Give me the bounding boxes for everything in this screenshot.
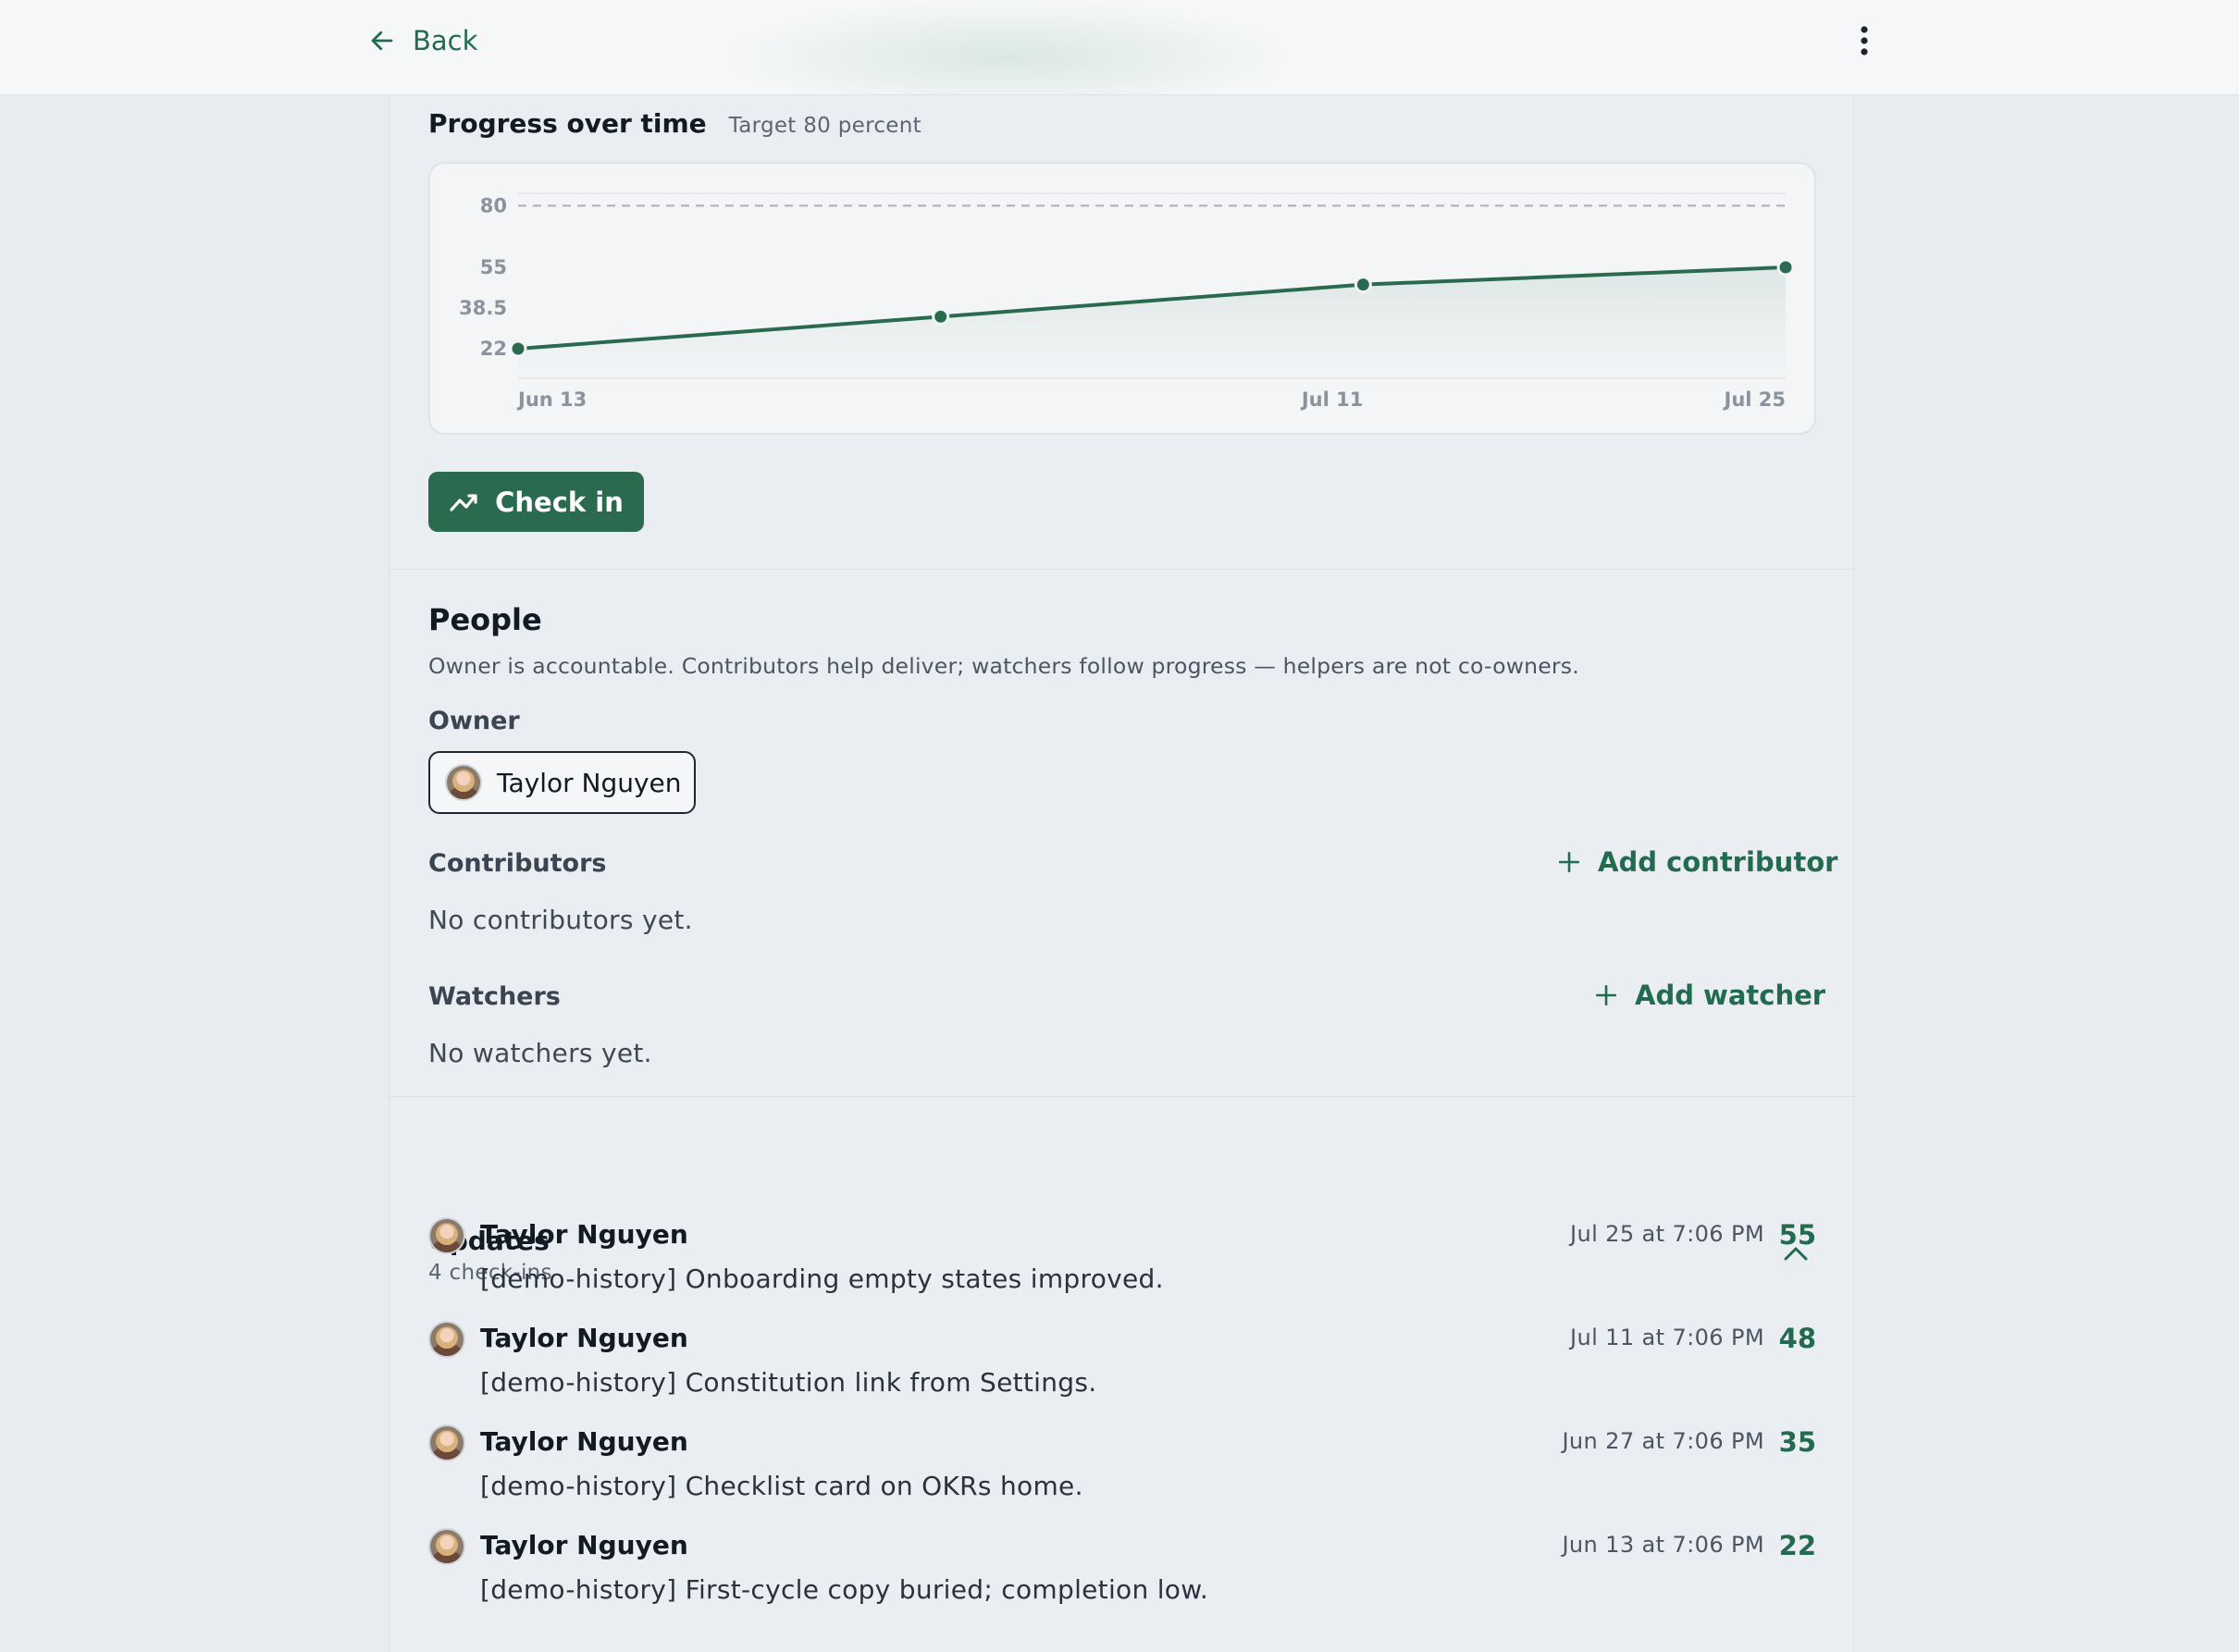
key-result-panel: Progress over time Target 80 percent 80 5…	[389, 95, 1854, 1652]
update-value: 22	[1778, 1530, 1816, 1561]
watchers-label: Watchers	[428, 982, 561, 1011]
plus-icon	[1595, 984, 1617, 1006]
update-time: Jul 25 at 7:06 PM	[1569, 1221, 1764, 1247]
series-area	[518, 267, 1786, 378]
avatar	[445, 764, 482, 801]
owner-chip[interactable]: Taylor Nguyen	[428, 751, 696, 814]
y-tick-label: 22	[480, 338, 507, 360]
update-value: 55	[1778, 1219, 1816, 1251]
people-description: Owner is accountable. Contributors help …	[428, 653, 1579, 679]
y-tick-label: 55	[480, 256, 507, 278]
update-time: Jul 11 at 7:06 PM	[1569, 1325, 1764, 1350]
progress-target: Target 80 percent	[728, 114, 922, 138]
y-tick-label: 38.5	[459, 297, 507, 319]
owner-label: Owner	[428, 707, 520, 735]
avatar	[428, 1217, 465, 1254]
top-bar: Back	[0, 0, 2239, 95]
section-divider	[390, 1096, 1853, 1097]
people-title: People	[428, 602, 542, 637]
avatar	[428, 1321, 465, 1358]
data-point	[1354, 276, 1372, 294]
update-author: Taylor Nguyen	[480, 1426, 688, 1457]
update-message: [demo-history] Constitution link from Se…	[480, 1367, 1097, 1398]
add-watcher-button[interactable]: Add watcher	[1594, 980, 1825, 1011]
avatar	[428, 1424, 465, 1461]
progress-title: Progress over time	[428, 108, 707, 139]
chart-svg: 80 55 38.5 22 Jun 13 Jul 11 Jul 25	[459, 192, 1795, 411]
update-message: [demo-history] First-cycle copy buried; …	[480, 1574, 1209, 1605]
check-in-button[interactable]: Check in	[428, 472, 644, 532]
x-tick-label: Jul 25	[1723, 388, 1787, 411]
update-item: Taylor Nguyen Jul 11 at 7:06 PM 48 [demo…	[428, 1321, 1816, 1413]
back-button[interactable]: Back	[368, 22, 477, 59]
watchers-empty: No watchers yet.	[428, 1038, 652, 1068]
check-in-label: Check in	[495, 486, 624, 518]
y-tick-label: 80	[480, 194, 507, 216]
update-item: Taylor Nguyen Jul 25 at 7:06 PM 55 [demo…	[428, 1217, 1816, 1310]
more-menu-button[interactable]	[1850, 22, 1878, 59]
update-time: Jun 13 at 7:06 PM	[1562, 1532, 1764, 1558]
back-label: Back	[413, 25, 478, 56]
progress-header: Progress over time Target 80 percent	[428, 108, 922, 139]
add-contributor-label: Add contributor	[1598, 846, 1838, 878]
owner-name: Taylor Nguyen	[497, 767, 682, 798]
update-item: Taylor Nguyen Jun 27 at 7:06 PM 35 [demo…	[428, 1424, 1816, 1517]
x-tick-label: Jun 13	[516, 388, 587, 411]
update-value: 48	[1778, 1323, 1816, 1354]
update-item: Taylor Nguyen Jun 13 at 7:06 PM 22 [demo…	[428, 1528, 1816, 1621]
avatar	[428, 1528, 465, 1565]
contributors-label: Contributors	[428, 849, 607, 878]
trend-line-icon	[450, 493, 477, 512]
progress-chart: 80 55 38.5 22 Jun 13 Jul 11 Jul 25	[428, 162, 1816, 435]
add-contributor-button[interactable]: Add contributor	[1557, 846, 1837, 878]
header-glow	[722, 0, 1295, 95]
contributors-empty: No contributors yet.	[428, 905, 693, 935]
update-time: Jun 27 at 7:06 PM	[1562, 1428, 1764, 1454]
data-point	[932, 307, 950, 326]
add-watcher-label: Add watcher	[1635, 980, 1826, 1011]
update-author: Taylor Nguyen	[480, 1530, 688, 1560]
x-tick-label: Jul 11	[1300, 388, 1364, 411]
update-value: 35	[1778, 1426, 1816, 1458]
more-vertical-icon	[1861, 26, 1868, 55]
arrow-left-icon	[371, 31, 393, 51]
update-message: [demo-history] Onboarding empty states i…	[480, 1264, 1164, 1294]
update-author: Taylor Nguyen	[480, 1219, 688, 1250]
section-divider	[390, 569, 1853, 570]
update-author: Taylor Nguyen	[480, 1323, 688, 1353]
update-message: [demo-history] Checklist card on OKRs ho…	[480, 1471, 1083, 1501]
data-point	[509, 339, 527, 358]
plus-icon	[1558, 851, 1580, 873]
data-point	[1776, 258, 1795, 277]
